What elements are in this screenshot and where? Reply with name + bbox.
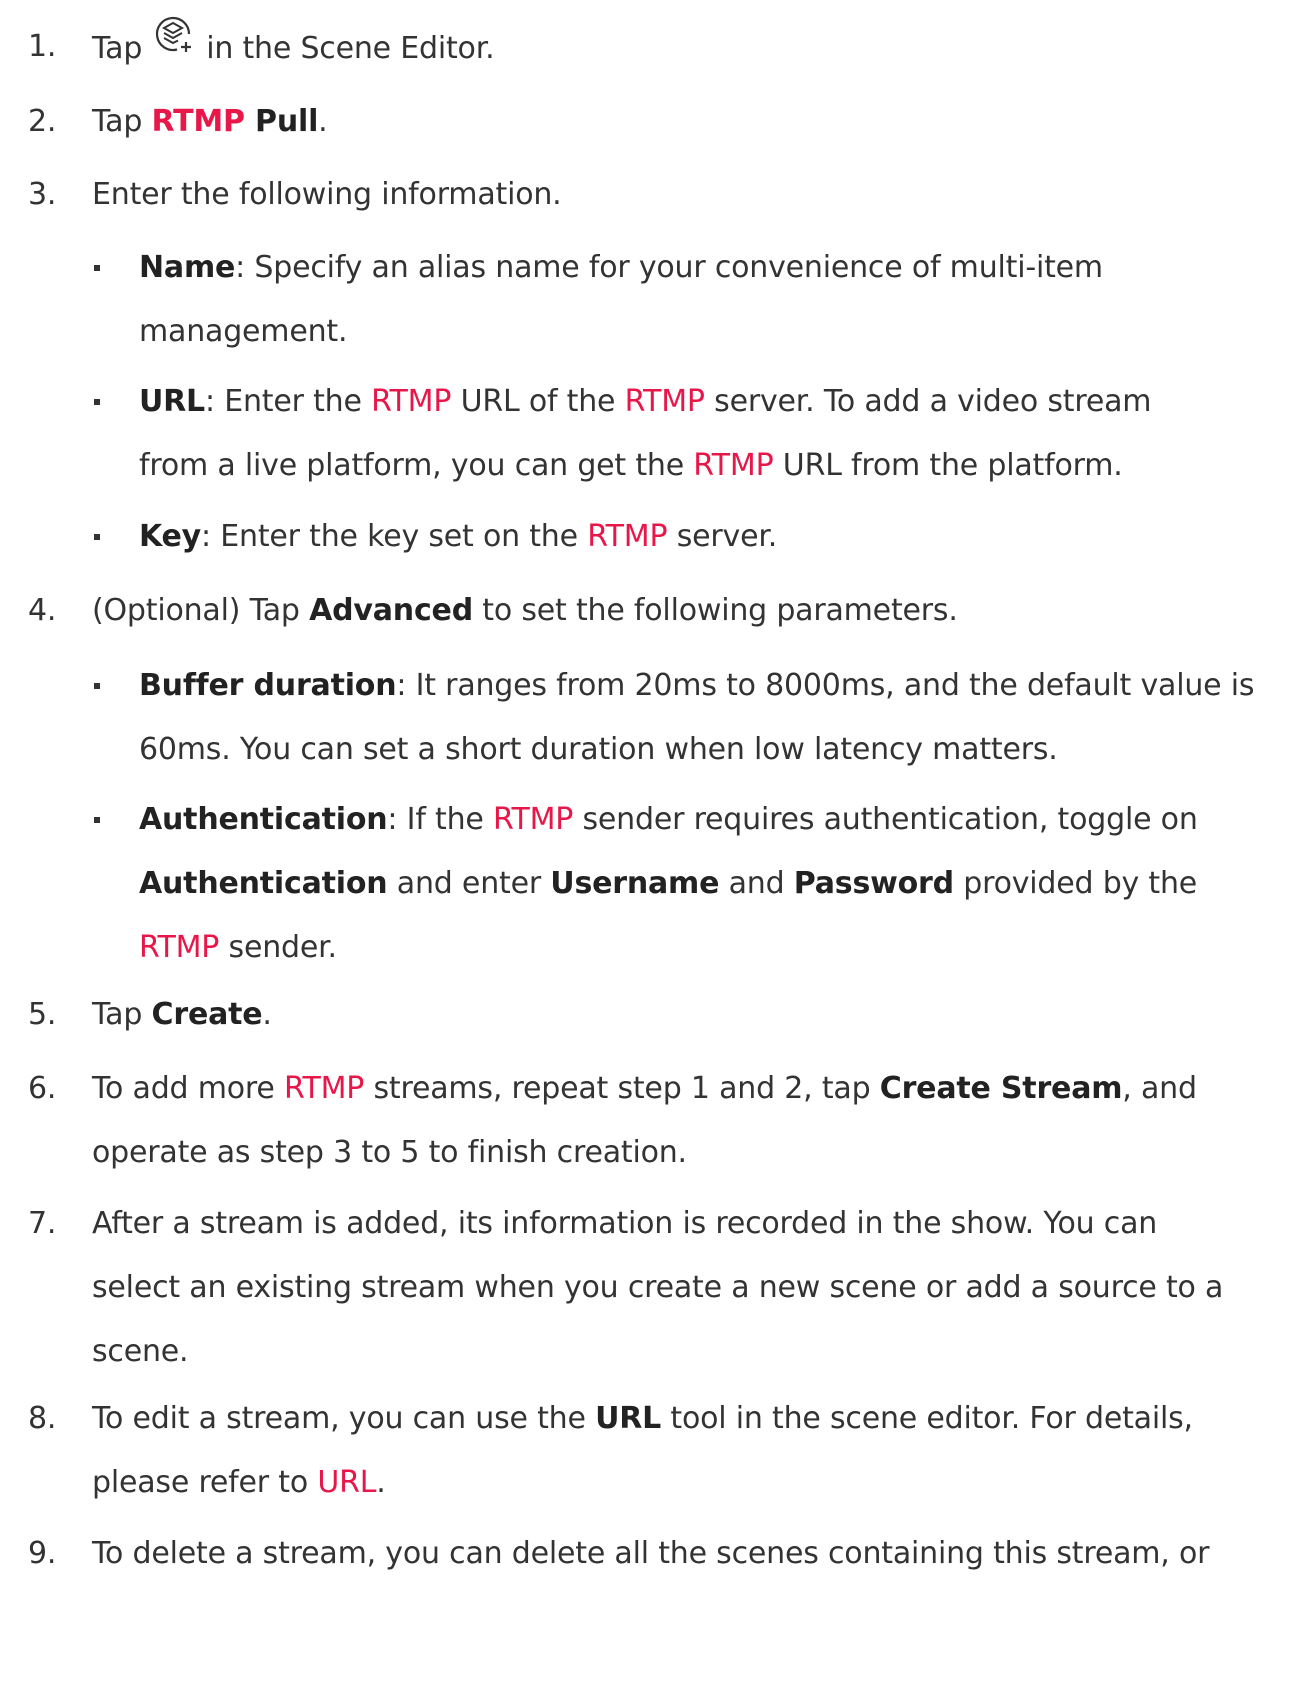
step-text: To delete a stream, you can delete all t… [92, 1536, 1210, 1571]
step-text: Tap [92, 31, 143, 66]
document: 1. Tap in the Scene Editor. 2. Tap RTMP … [0, 0, 1309, 1683]
term: Name [139, 250, 236, 285]
step-number: 3. [28, 177, 57, 212]
term: URL [139, 384, 205, 419]
rtmp-term: RTMP [371, 384, 452, 419]
bullet-marker [94, 817, 100, 823]
url-term: URL [595, 1401, 662, 1436]
rtmp-term: RTMP [492, 802, 574, 837]
pull-term: Pull [244, 104, 319, 139]
term: Authentication [139, 866, 388, 901]
step-number: 1. [28, 29, 57, 64]
rtmp-term: RTMP [693, 448, 774, 483]
term: Password [793, 866, 954, 901]
rtmp-term: RTMP [151, 104, 245, 139]
bullet-marker [94, 399, 100, 405]
create-stream-term: Create Stream [879, 1071, 1123, 1106]
step-number: 2. [28, 104, 57, 139]
step-text: . [318, 104, 328, 139]
url-link[interactable]: URL [317, 1465, 376, 1500]
layers-add-icon [150, 11, 196, 80]
bullet-marker [94, 265, 100, 271]
term: Username [550, 866, 720, 901]
step-text: Tap [92, 104, 152, 139]
rtmp-term: RTMP [624, 384, 705, 419]
term: Authentication [139, 802, 388, 837]
rtmp-term: RTMP [283, 1071, 365, 1106]
step-number: 5. [28, 997, 57, 1032]
bullet-marker [94, 534, 100, 540]
step-text: Enter the following information. [92, 177, 562, 212]
create-term: Create [151, 997, 263, 1032]
term: Buffer duration [139, 668, 397, 703]
rtmp-term: RTMP [139, 930, 220, 965]
step-number: 7. [28, 1206, 57, 1241]
rtmp-term: RTMP [587, 519, 668, 554]
step-number: 8. [28, 1401, 57, 1436]
advanced-term: Advanced [309, 593, 473, 628]
step-text: in the Scene Editor. [206, 31, 495, 66]
step-number: 6. [28, 1071, 57, 1106]
bullet-marker [94, 683, 100, 689]
step-number: 9. [28, 1536, 57, 1571]
step-number: 4. [28, 593, 57, 628]
term: Key [139, 519, 202, 554]
